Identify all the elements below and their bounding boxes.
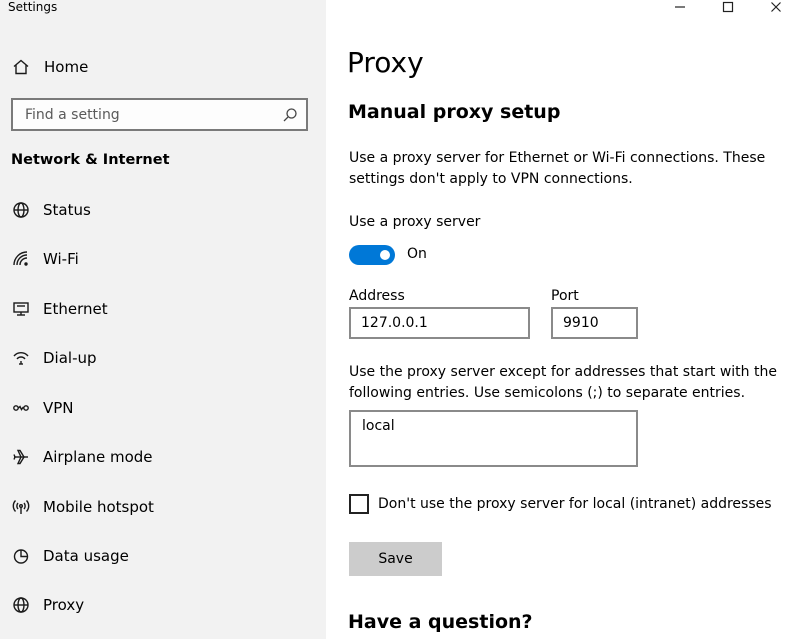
close-icon <box>770 1 782 16</box>
main-content: Proxy Manual proxy setup Use a proxy ser… <box>326 0 800 639</box>
sidebar-item-label: Home <box>44 58 89 76</box>
sidebar-item-label: Airplane mode <box>43 448 153 466</box>
minimize-button[interactable] <box>656 0 704 16</box>
sidebar-item-status[interactable]: Status <box>0 190 326 230</box>
sidebar-item-label: Ethernet <box>43 300 108 318</box>
use-proxy-label: Use a proxy server <box>349 214 481 230</box>
search-icon[interactable] <box>282 107 298 123</box>
maximize-button[interactable] <box>704 0 752 16</box>
sidebar-item-vpn[interactable]: VPN <box>0 388 326 428</box>
home-icon <box>12 58 30 76</box>
sidebar-item-label: Status <box>43 201 91 219</box>
sidebar-item-mobile-hotspot[interactable]: Mobile hotspot <box>0 487 326 527</box>
local-bypass-row[interactable]: Don't use the proxy server for local (in… <box>349 494 772 514</box>
ethernet-icon <box>12 300 30 318</box>
address-label: Address <box>349 288 405 304</box>
sidebar-item-data-usage[interactable]: Data usage <box>0 536 326 576</box>
sidebar-item-ethernet[interactable]: Ethernet <box>0 289 326 329</box>
sidebar-item-dialup[interactable]: Dial-up <box>0 338 326 378</box>
data-usage-icon <box>12 547 30 565</box>
search-input[interactable] <box>25 106 275 123</box>
airplane-icon <box>12 448 30 466</box>
sidebar-item-label: Data usage <box>43 547 129 565</box>
use-proxy-toggle[interactable] <box>349 245 395 265</box>
section-heading: Network & Internet <box>11 152 170 168</box>
hotspot-icon <box>12 498 30 516</box>
sidebar: Settings Home Network & Internet Status … <box>0 0 326 639</box>
exceptions-description: Use the proxy server except for addresse… <box>349 364 777 401</box>
dialup-icon <box>12 349 30 367</box>
description-text: Use a proxy server for Ethernet or Wi-Fi… <box>349 150 766 187</box>
sidebar-item-label: Proxy <box>43 596 85 614</box>
maximize-icon <box>722 1 734 16</box>
globe-icon <box>12 596 30 614</box>
wifi-icon <box>12 250 30 268</box>
window-controls <box>656 0 800 16</box>
close-button[interactable] <box>752 0 800 16</box>
page-title: Proxy <box>347 46 424 79</box>
save-button[interactable]: Save <box>349 542 442 576</box>
vpn-icon <box>12 399 30 417</box>
toggle-knob <box>380 250 390 260</box>
sidebar-item-label: Dial-up <box>43 349 97 367</box>
port-field[interactable] <box>551 307 638 339</box>
port-label: Port <box>551 288 579 304</box>
sidebar-item-airplane-mode[interactable]: Airplane mode <box>0 437 326 477</box>
address-field[interactable] <box>349 307 530 339</box>
exceptions-field[interactable]: local <box>349 410 638 467</box>
globe-status-icon <box>12 201 30 219</box>
local-bypass-label: Don't use the proxy server for local (in… <box>378 496 772 512</box>
sidebar-item-label: VPN <box>43 399 74 417</box>
sidebar-item-wifi[interactable]: Wi-Fi <box>0 239 326 279</box>
search-box[interactable] <box>11 98 308 131</box>
window-title: Settings <box>8 0 58 14</box>
sidebar-item-home[interactable]: Home <box>0 50 326 84</box>
local-bypass-checkbox[interactable] <box>349 494 369 514</box>
sidebar-item-label: Mobile hotspot <box>43 498 154 516</box>
sidebar-item-proxy[interactable]: Proxy <box>0 585 326 625</box>
toggle-state-label: On <box>407 246 427 262</box>
section-title: Manual proxy setup <box>348 101 561 123</box>
minimize-icon <box>674 1 686 16</box>
question-heading: Have a question? <box>348 611 533 633</box>
sidebar-item-label: Wi-Fi <box>43 250 79 268</box>
